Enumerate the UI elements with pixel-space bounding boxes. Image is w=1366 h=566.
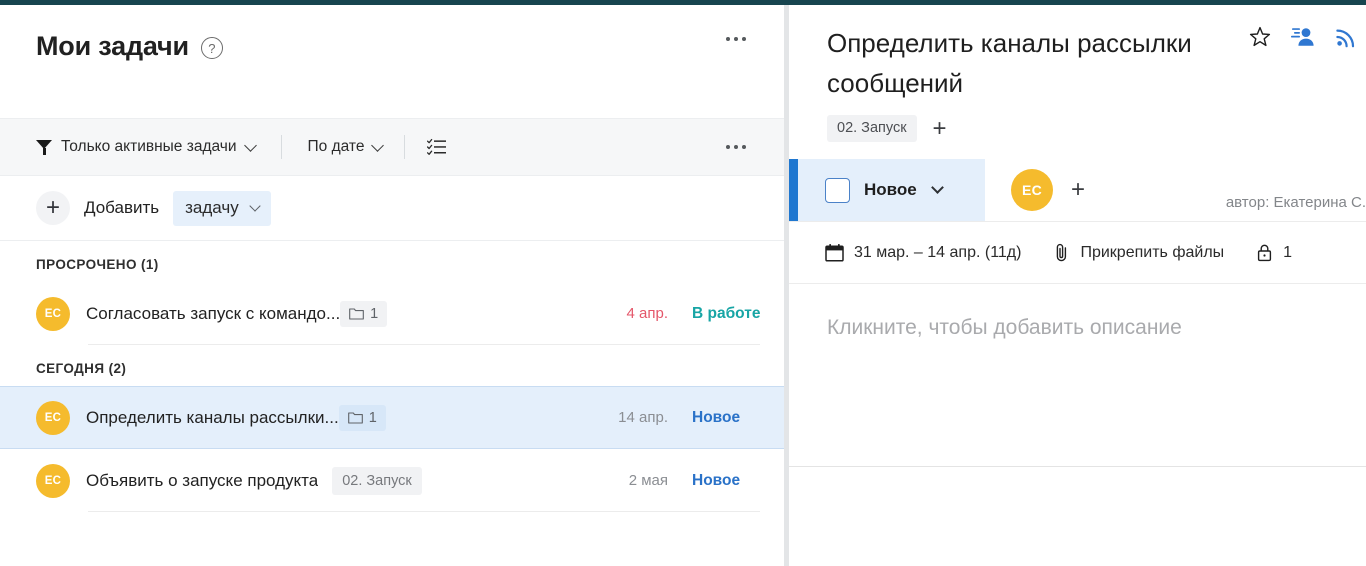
- toolbar-ellipsis-icon[interactable]: [724, 139, 748, 155]
- task-title: Согласовать запуск с командо...: [86, 303, 341, 323]
- status-badge[interactable]: Новое: [668, 472, 784, 490]
- group-header-overdue: ПРОСРОЧЕНО (1): [36, 257, 159, 272]
- chevron-down-icon: [930, 181, 944, 194]
- task-description-area[interactable]: Кликните, чтобы добавить описание: [789, 283, 1366, 466]
- toolbar-divider-b: [404, 135, 406, 159]
- task-meta-bar: 31 мар. – 14 апр. (11д) Прикрепить файлы…: [789, 221, 1366, 283]
- checklist-icon[interactable]: [427, 138, 447, 156]
- question-circle-icon[interactable]: ?: [200, 37, 223, 60]
- chevron-down-icon: [371, 138, 385, 152]
- lock-icon: [1258, 244, 1272, 262]
- project-tag-badge[interactable]: 02. Запуск: [332, 466, 422, 495]
- description-placeholder[interactable]: Кликните, чтобы добавить описание: [827, 316, 1366, 340]
- add-entity-dropdown[interactable]: задачу: [173, 190, 271, 226]
- status-badge[interactable]: Новое: [668, 409, 784, 427]
- folder-count: 1: [370, 305, 379, 322]
- task-title: Объявить о запуске продукта: [86, 470, 319, 490]
- status-dropdown[interactable]: Новое: [789, 159, 985, 221]
- task-date: 4 апр.: [626, 305, 668, 322]
- status-badge[interactable]: В работе: [668, 305, 784, 323]
- folder-icon: [347, 412, 363, 424]
- attach-files-label: Прикрепить файлы: [1080, 243, 1225, 261]
- task-detail-header: Определить каналы рассылки сообщений 02.…: [789, 5, 1366, 142]
- star-outline-icon[interactable]: [1248, 25, 1272, 49]
- calendar-icon: [825, 244, 844, 262]
- checkbox-empty-icon[interactable]: [825, 177, 850, 203]
- folder-badge[interactable]: 1: [340, 300, 388, 327]
- add-label: Добавить: [84, 198, 160, 217]
- row-divider: [88, 511, 760, 512]
- row-divider: [88, 344, 760, 345]
- task-row[interactable]: ЕС Согласовать запуск с командо... 1 4 а…: [0, 282, 784, 345]
- folder-badge[interactable]: 1: [338, 404, 386, 431]
- page-title-row: Мои задачи ?: [36, 31, 223, 62]
- filter-dropdown[interactable]: Только активные задачи: [36, 138, 257, 156]
- task-privacy-count: 1: [1283, 243, 1293, 261]
- tasks-list-panel: Мои задачи ? Только активные задачи По д…: [0, 5, 784, 566]
- avatar: ЕС: [36, 400, 70, 435]
- add-tag-plus-icon[interactable]: +: [933, 116, 947, 141]
- task-author: автор: Екатерина С.: [1225, 194, 1366, 211]
- task-detail-footer: [789, 466, 1366, 527]
- paperclip-icon: [1057, 243, 1067, 262]
- task-title: Определить каналы рассылки...: [86, 407, 339, 427]
- task-row[interactable]: ЕС Определить каналы рассылки... 1 14 ап…: [0, 386, 784, 449]
- task-row[interactable]: ЕС Объявить о запуске продукта 02. Запус…: [0, 449, 784, 512]
- tasks-toolbar: Только активные задачи По дате: [0, 118, 784, 176]
- avatar: ЕС: [36, 296, 70, 331]
- add-assignee-plus-icon[interactable]: +: [1071, 178, 1085, 202]
- task-date: 14 апр.: [618, 409, 668, 426]
- avatar: ЕС: [36, 463, 70, 498]
- task-detail-panel: Определить каналы рассылки сообщений 02.…: [789, 5, 1366, 566]
- project-tag[interactable]: 02. Запуск: [827, 115, 917, 142]
- task-status-bar: Новое ЕС + автор: Екатерина С.: [789, 159, 1366, 221]
- assignee-avatar[interactable]: ЕС: [1011, 169, 1053, 211]
- group-header-today: СЕГОДНЯ (2): [36, 361, 127, 376]
- task-groups: ПРОСРОЧЕНО (1) ЕС Согласовать запуск с к…: [0, 241, 784, 512]
- header-ellipsis-icon[interactable]: [724, 31, 748, 47]
- task-detail-actions: [1248, 25, 1358, 49]
- chevron-down-icon: [243, 138, 257, 152]
- assignee-zone: ЕС +: [985, 169, 1085, 211]
- app-root: Мои задачи ? Только активные задачи По д…: [0, 0, 1366, 566]
- task-detail-title[interactable]: Определить каналы рассылки сообщений: [827, 23, 1257, 103]
- add-task-row: + Добавить задачу: [0, 176, 784, 241]
- tasks-panel-header: Мои задачи ?: [0, 5, 784, 118]
- attach-files-button[interactable]: Прикрепить файлы: [1053, 243, 1224, 262]
- folder-icon: [349, 308, 365, 320]
- sort-dropdown[interactable]: По дате: [307, 138, 385, 156]
- toolbar-divider-a: [280, 135, 282, 159]
- filter-label: Только активные задачи: [61, 138, 237, 155]
- task-date: 2 мая: [628, 472, 668, 489]
- folder-count: 1: [368, 409, 377, 426]
- add-entity-label: задачу: [185, 197, 239, 217]
- task-dates-label: 31 мар. – 14 апр. (11д): [854, 243, 1022, 261]
- page-title: Мои задачи: [36, 31, 189, 61]
- funnel-icon: [36, 139, 52, 155]
- sort-label: По дате: [307, 138, 365, 155]
- task-tags-row: 02. Запуск +: [827, 115, 1366, 142]
- chevron-down-icon: [249, 199, 261, 212]
- status-label: Новое: [864, 180, 917, 199]
- task-dates[interactable]: 31 мар. – 14 апр. (11д): [825, 243, 1021, 262]
- plus-icon[interactable]: +: [36, 191, 70, 225]
- rss-subscribe-icon[interactable]: [1334, 25, 1358, 49]
- add-observer-icon[interactable]: [1290, 25, 1316, 49]
- task-privacy[interactable]: 1: [1256, 243, 1292, 262]
